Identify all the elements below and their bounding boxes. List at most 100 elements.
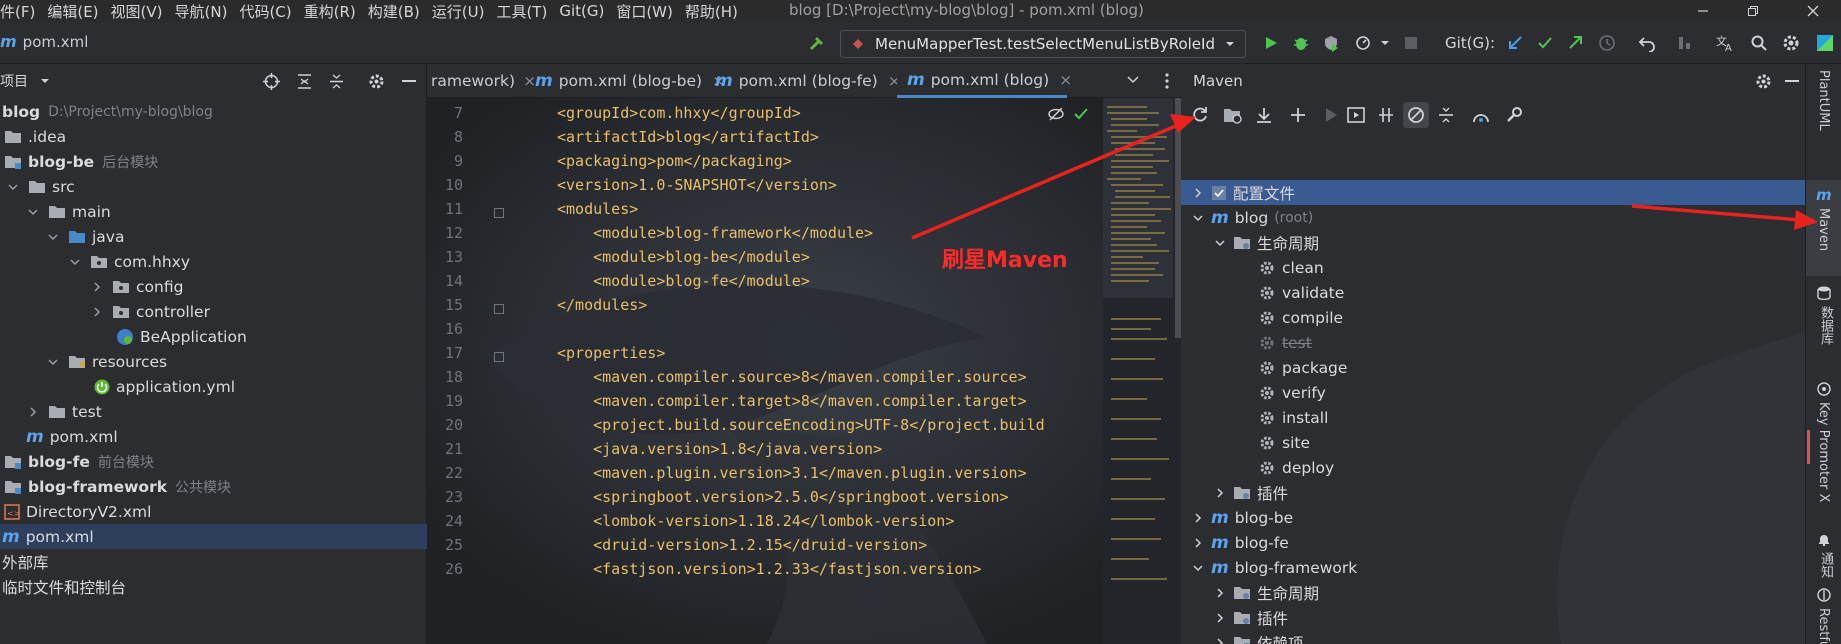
minimize-icon[interactable] [1680, 0, 1726, 22]
settings-gear-icon[interactable] [1778, 30, 1804, 56]
menu-view[interactable]: 视图(V) [105, 1, 169, 22]
breadcrumb-file[interactable]: pom.xml [23, 33, 89, 51]
code-line[interactable]: <groupId>com.hhxy</groupId> [557, 104, 801, 122]
tool-window-restful[interactable]: Restful [1816, 608, 1831, 644]
code-line[interactable]: <maven.compiler.source>8</maven.compiler… [557, 368, 1027, 386]
git-push-icon[interactable] [1562, 30, 1588, 56]
maven-item-plugins[interactable]: 插件 [1181, 480, 1805, 505]
tree-item-main[interactable]: main [0, 199, 427, 224]
close-window-icon[interactable] [1790, 0, 1836, 22]
tree-item-idea[interactable]: .idea [0, 124, 427, 149]
debug-icon[interactable] [1288, 30, 1314, 56]
tree-item-src[interactable]: src [0, 174, 427, 199]
chevron-down-icon[interactable] [46, 355, 60, 369]
rollback-icon[interactable] [1634, 30, 1660, 56]
chevron-down-icon[interactable] [68, 255, 82, 269]
tree-item-pom-root[interactable]: m pom.xml [0, 524, 427, 549]
chevron-right-icon[interactable] [90, 305, 104, 319]
maven-goal-install[interactable]: install [1181, 405, 1805, 430]
tool-window-maven-active[interactable]: m Maven [1806, 180, 1841, 276]
code-line[interactable]: <maven.plugin.version>3.1</maven.plugin.… [557, 464, 1027, 482]
maven-item-profiles[interactable]: 配置文件 [1181, 180, 1805, 205]
tree-item-pom-be[interactable]: m pom.xml [0, 424, 427, 449]
restore-icon[interactable] [1730, 0, 1776, 22]
branch-icon[interactable] [1672, 30, 1698, 56]
menu-help[interactable]: 帮助(H) [679, 1, 744, 22]
tree-item-blog-be[interactable]: blog-be 后台模块 [0, 149, 427, 174]
collapse-all-icon[interactable] [1437, 106, 1455, 124]
code-line[interactable]: <artifactId>blog</artifactId> [557, 128, 819, 146]
fold-marker-icon[interactable] [494, 304, 504, 314]
code-line[interactable]: <version>1.0-SNAPSHOT</version> [557, 176, 837, 194]
analyze-dependencies-icon[interactable] [1471, 106, 1491, 124]
maven-goal-verify[interactable]: verify [1181, 380, 1805, 405]
code-line[interactable]: <packaging>pom</packaging> [557, 152, 792, 170]
close-icon[interactable]: × [1059, 71, 1072, 89]
tree-item-java[interactable]: java [0, 224, 427, 249]
collapse-all-icon[interactable] [328, 73, 345, 90]
tree-item-beapplication[interactable]: BeApplication [0, 324, 427, 349]
tree-item-external-libs[interactable]: 外部库 [0, 549, 427, 574]
reload-projects-icon[interactable] [1191, 106, 1209, 124]
code-line[interactable]: <springboot.version>2.5.0</springboot.ve… [557, 488, 1008, 506]
code-line[interactable]: <java.version>1.8</java.version> [557, 440, 882, 458]
chevron-down-icon[interactable] [26, 205, 40, 219]
maven-goal-package[interactable]: package [1181, 355, 1805, 380]
maven-item-blog-be[interactable]: m blog-be [1181, 505, 1805, 530]
code-minimap[interactable] [1103, 98, 1181, 644]
generate-sources-icon[interactable] [1223, 106, 1243, 124]
maven-item-blog-root[interactable]: m blog (root) [1181, 205, 1805, 230]
tree-item-blog-fe[interactable]: blog-fe 前台模块 [0, 449, 427, 474]
expand-all-icon[interactable] [296, 73, 313, 90]
code-line[interactable]: <maven.compiler.target>8</maven.compiler… [557, 392, 1027, 410]
tree-item-com-hhxy[interactable]: com.hhxy [0, 249, 427, 274]
skip-tests-icon[interactable] [1403, 102, 1429, 128]
coverage-icon[interactable] [1318, 30, 1344, 56]
code-line[interactable]: <project.build.sourceEncoding>UTF-8</pro… [557, 416, 1045, 434]
chevron-right-icon[interactable] [1213, 586, 1227, 600]
tool-window-key-promoter[interactable]: Key Promoter X [1816, 402, 1831, 502]
menu-code[interactable]: 代码(C) [233, 1, 297, 22]
maven-goal-deploy[interactable]: deploy [1181, 455, 1805, 480]
chevron-down-icon[interactable] [1372, 30, 1398, 56]
chevron-right-icon[interactable] [1213, 486, 1227, 500]
fold-marker-icon[interactable] [494, 352, 504, 362]
chevron-right-icon[interactable] [1191, 511, 1205, 525]
code-line[interactable]: <module>blog-be</module> [557, 248, 810, 266]
maven-item-framework-plugins[interactable]: 插件 [1181, 605, 1805, 630]
settings-gear-icon[interactable] [1755, 73, 1772, 90]
menu-edit[interactable]: 编辑(E) [41, 1, 104, 22]
chevron-right-icon[interactable] [1213, 636, 1227, 644]
maven-item-lifecycle[interactable]: 生命周期 [1181, 230, 1805, 255]
menu-window[interactable]: 窗口(W) [610, 1, 679, 22]
menu-run[interactable]: 运行(U) [426, 1, 491, 22]
tool-window-plantuml[interactable]: PlantUML [1816, 70, 1831, 131]
maven-item-blog-framework[interactable]: m blog-framework [1181, 555, 1805, 580]
maven-goal-clean[interactable]: clean [1181, 255, 1805, 280]
locate-file-icon[interactable] [263, 73, 280, 90]
menu-tools[interactable]: 工具(T) [490, 1, 553, 22]
code-line[interactable]: <module>blog-framework</module> [557, 224, 873, 242]
menu-file[interactable]: 件(F) [0, 1, 41, 22]
chevron-right-icon[interactable] [1213, 611, 1227, 625]
git-commit-icon[interactable] [1532, 30, 1558, 56]
menu-build[interactable]: 构建(B) [362, 1, 426, 22]
chevron-right-icon[interactable] [1191, 536, 1205, 550]
chevron-down-icon[interactable] [6, 180, 20, 194]
reader-mode-icon[interactable] [1047, 106, 1065, 122]
hide-panel-icon[interactable] [402, 80, 416, 83]
code-line[interactable]: <properties> [557, 344, 665, 362]
code-line[interactable]: <fastjson.version>1.2.33</fastjson.versi… [557, 560, 981, 578]
tab-pom-blog-be[interactable]: m pom.xml (blog-be) × [535, 64, 725, 98]
fold-marker-icon[interactable] [494, 208, 504, 218]
download-sources-icon[interactable] [1255, 106, 1273, 124]
tree-item-blog-framework[interactable]: blog-framework 公共模块 [0, 474, 427, 499]
more-options-icon[interactable] [1165, 72, 1169, 90]
chevron-down-icon[interactable] [46, 230, 60, 244]
add-maven-project-icon[interactable] [1289, 106, 1307, 124]
maven-goal-site[interactable]: site [1181, 430, 1805, 455]
maven-item-blog-fe[interactable]: m blog-fe [1181, 530, 1805, 555]
stop-icon[interactable] [1398, 30, 1424, 56]
maven-goal-validate[interactable]: validate [1181, 280, 1805, 305]
run-goal-icon[interactable] [1323, 106, 1339, 124]
